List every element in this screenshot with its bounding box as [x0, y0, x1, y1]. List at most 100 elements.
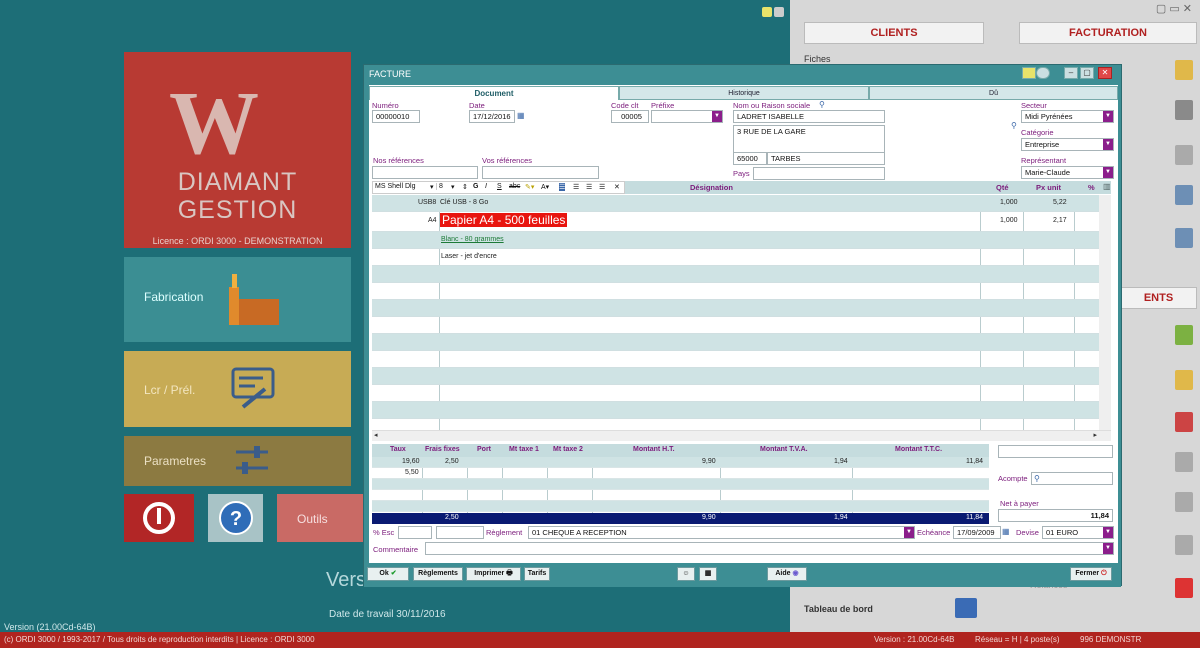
note-icon[interactable] — [1022, 67, 1036, 79]
prefixe-select[interactable]: ▼ — [651, 110, 723, 123]
search-secteur-icon[interactable]: ⚲ — [1011, 121, 1017, 130]
strike-icon[interactable]: abc — [509, 183, 520, 190]
esc-amount-field[interactable] — [436, 526, 484, 539]
list-icon[interactable] — [1175, 185, 1193, 205]
chevron-down-icon[interactable]: ▼ — [1103, 139, 1113, 150]
table-row[interactable] — [372, 300, 1099, 317]
vertical-scrollbar[interactable] — [1099, 195, 1111, 430]
quit-tile[interactable] — [124, 494, 194, 542]
categorie-select[interactable]: Entreprise ▼ — [1021, 138, 1114, 151]
table-row[interactable]: Laser - jet d'encre — [372, 249, 1099, 266]
size-chevron-icon[interactable]: ▾ — [451, 183, 455, 191]
table-row[interactable] — [372, 283, 1099, 300]
parametres-tile[interactable]: Parametres — [124, 436, 351, 486]
document3-icon[interactable] — [1175, 492, 1193, 512]
table-row[interactable] — [372, 351, 1099, 368]
edit-icon[interactable] — [1175, 228, 1193, 248]
numero-field[interactable]: 00000010 — [372, 110, 420, 123]
font-select[interactable]: MS Shell Dlg — [375, 183, 437, 190]
spin-icon[interactable]: ⇕ — [462, 183, 468, 191]
grid-settings-icon[interactable]: ▥ — [1103, 182, 1111, 191]
nom-field[interactable]: LADRET ISABELLE — [733, 110, 885, 123]
chart-icon[interactable] — [955, 598, 977, 618]
table-row[interactable] — [372, 368, 1099, 385]
code-clt-field[interactable]: 00005 — [611, 110, 649, 123]
echeance-field[interactable]: 17/09/2009 — [953, 526, 1001, 539]
cp-field[interactable]: 65000 — [733, 152, 767, 165]
adresse-field[interactable]: 3 RUE DE LA GARE — [733, 125, 885, 153]
aide-button[interactable]: Aide ◉ — [767, 567, 807, 581]
document2-icon[interactable] — [1175, 452, 1193, 472]
calendar-picker-icon[interactable]: ▦ — [1002, 527, 1010, 536]
document-icon[interactable] — [1175, 145, 1193, 165]
tableau-de-bord-item[interactable]: Tableau de bord — [804, 604, 873, 614]
size-select[interactable]: 8 — [439, 183, 443, 190]
ville-field[interactable]: TARBES — [767, 152, 885, 165]
table-row[interactable]: A4 Papier A4 - 500 feuilles 1,000 2,17 — [372, 212, 1099, 232]
table-row[interactable] — [372, 334, 1099, 351]
imprimer-button[interactable]: Imprimer 🖶 — [466, 567, 521, 581]
phone-icon[interactable] — [1175, 578, 1193, 598]
align-left-icon[interactable]: ☰ — [559, 183, 566, 191]
reglement-select[interactable]: 01 CHEQUE A RECEPTION ▼ — [528, 526, 915, 539]
document4-icon[interactable] — [1175, 535, 1193, 555]
reglements-button[interactable]: Règlements — [413, 567, 463, 581]
date-field[interactable]: 17/12/2016 — [469, 110, 515, 123]
tab-du[interactable]: Dû — [869, 86, 1118, 100]
settings-icon[interactable] — [1036, 67, 1050, 79]
align-center-icon[interactable]: ☰ — [573, 183, 579, 191]
close-button[interactable]: ✕ — [1098, 67, 1112, 79]
tarifs-button[interactable]: Tarifs — [524, 567, 550, 581]
highlight-icon[interactable]: ✎▾ — [525, 183, 534, 191]
underline-icon[interactable]: S — [497, 183, 502, 190]
ok-button[interactable]: Ok ✔ — [367, 567, 409, 581]
table-row[interactable] — [372, 266, 1099, 283]
fermer-button[interactable]: Fermer ⏻ — [1070, 567, 1112, 581]
ents-header[interactable]: ENTS — [1120, 287, 1197, 309]
table-row[interactable] — [372, 317, 1099, 334]
clipboard-icon[interactable] — [1175, 60, 1193, 80]
tab-document[interactable]: Document — [369, 86, 619, 100]
align-right-icon[interactable]: ☰ — [586, 183, 592, 191]
horizontal-scrollbar[interactable]: ◂ ▸ — [372, 430, 1111, 441]
lcr-tile[interactable]: Lcr / Prél. — [124, 351, 351, 427]
extra-field[interactable] — [998, 445, 1113, 458]
scroll-left-icon[interactable]: ◂ — [374, 431, 378, 439]
calendar-picker-icon[interactable]: ▦ — [517, 111, 525, 120]
table-row[interactable] — [372, 402, 1099, 419]
chevron-down-icon[interactable]: ▼ — [1103, 167, 1113, 178]
mascot-icon[interactable]: ☺ — [677, 567, 695, 581]
nos-ref-field[interactable] — [372, 166, 478, 179]
maximize-button[interactable]: ▢ — [1080, 67, 1094, 79]
fiches-item[interactable]: Fiches — [804, 54, 831, 64]
calculator-icon[interactable]: ▦ — [699, 567, 717, 581]
secteur-select[interactable]: Midi Pyrénées ▼ — [1021, 110, 1114, 123]
justify-icon[interactable]: ☰ — [599, 183, 605, 191]
acompte-field[interactable]: ⚲ — [1031, 472, 1113, 485]
chevron-down-icon[interactable]: ▼ — [904, 527, 914, 538]
calendar-yellow-icon[interactable] — [1175, 370, 1193, 390]
pays-field[interactable] — [753, 167, 885, 180]
commentaire-field[interactable]: ▼ — [425, 542, 1114, 555]
calendar-icon[interactable] — [1175, 412, 1193, 432]
percent-icon[interactable] — [1175, 325, 1193, 345]
italic-icon[interactable]: I — [485, 183, 487, 190]
close-toolbar-icon[interactable]: ✕ — [614, 183, 620, 191]
facturation-header[interactable]: FACTURATION — [1019, 22, 1197, 44]
chevron-down-icon[interactable]: ▼ — [712, 111, 722, 122]
search-acompte-icon[interactable]: ⚲ — [1034, 473, 1040, 484]
devise-select[interactable]: 01 EURO ▼ — [1042, 526, 1114, 539]
contact-icon[interactable] — [1175, 100, 1193, 120]
tab-historique[interactable]: Historique — [619, 86, 869, 100]
scroll-right-icon[interactable]: ▸ — [1093, 431, 1097, 439]
table-row[interactable]: USB8 Clé USB - 8 Go 1,000 5,22 — [372, 195, 1099, 212]
table-row[interactable]: Blanc - 80 grammes — [372, 232, 1099, 249]
font-chevron-icon[interactable]: ▾ — [430, 183, 434, 191]
clients-header[interactable]: CLIENTS — [804, 22, 984, 44]
chevron-down-icon[interactable]: ▼ — [1103, 527, 1113, 538]
vos-ref-field[interactable] — [482, 166, 599, 179]
representant-select[interactable]: Marie-Claude ▼ — [1021, 166, 1114, 179]
bold-icon[interactable]: G — [473, 183, 478, 190]
help-tile[interactable]: ? — [208, 494, 263, 542]
font-color-icon[interactable]: A▾ — [541, 183, 549, 191]
